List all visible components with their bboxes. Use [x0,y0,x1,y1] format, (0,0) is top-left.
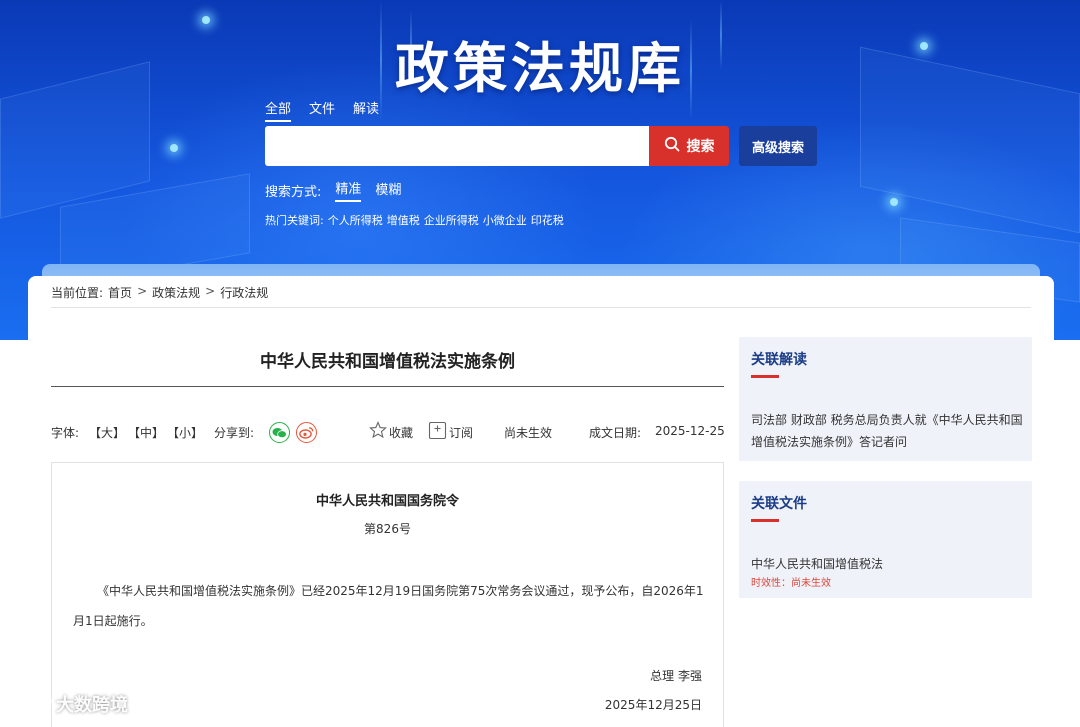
favorite-button[interactable]: 收藏 [389,424,413,441]
banner-light-dot [202,16,210,24]
wechat-icon[interactable] [269,422,290,443]
related-reading-heading: 关联解读 [751,352,807,368]
heading-accent-bar [751,375,779,378]
related-files-panel: 关联文件 中华人民共和国增值税法 时效性：尚未生效 [739,481,1032,598]
tab-interpretations[interactable]: 解读 [353,98,379,122]
sign-date: 2025年12月25日 [604,698,702,712]
site-title: 政策法规库 [395,36,685,100]
tab-files[interactable]: 文件 [309,98,335,122]
breadcrumb-separator: > [137,284,148,298]
star-icon[interactable] [369,421,387,442]
hot-keyword[interactable]: 小微企业 [483,212,527,228]
hot-keyword[interactable]: 个人所得税 [328,212,383,228]
hot-keywords: 热门关键词: 个人所得税 增值税 企业所得税 小微企业 印花税 [265,212,564,228]
date-value: 2025-12-25 [655,424,725,438]
search-scope-tabs: 全部 文件 解读 [265,98,379,122]
search-mode-row: 搜索方式: 精准 模糊 [265,178,401,202]
title-divider [51,386,724,387]
breadcrumb-separator: > [205,284,216,298]
mode-exact[interactable]: 精准 [335,178,362,202]
breadcrumb-prefix: 当前位置: [51,286,104,300]
document-title: 中华人民共和国增值税法实施条例 [260,352,515,372]
font-large-button[interactable]: 【大】 [89,424,125,441]
subscribe-button[interactable]: 订阅 [449,424,473,441]
search-button[interactable]: 搜索 [649,126,729,166]
watermark: 大数跨境 [8,690,128,717]
status-text: 尚未生效 [504,426,553,440]
related-files-heading: 关联文件 [751,496,807,512]
hot-keyword[interactable]: 印花税 [531,212,564,228]
mode-fuzzy[interactable]: 模糊 [375,179,401,201]
decree-title: 中华人民共和国国务院令 [315,494,459,509]
breadcrumb-current[interactable]: 行政法规 [220,284,268,307]
search-input[interactable] [265,126,649,166]
subscribe-icon[interactable] [428,421,447,443]
hot-keywords-label: 热门关键词: [265,214,324,227]
font-medium-button[interactable]: 【中】 [128,424,164,441]
document-toolbar: 字体: 【大】 【中】 【小】 分享到: 收藏 订阅 尚未生效 成文日期: 20… [51,421,725,444]
search-icon [664,136,680,156]
banner-light-dot [170,144,178,152]
date-label: 成文日期: [589,426,642,440]
font-size-label: 字体: [51,426,80,440]
related-reading-link[interactable]: 司法部 财政部 税务总局负责人就《中华人民共和国增值税法实施条例》答记者问 [751,409,1023,453]
related-file-status: 时效性：尚未生效 [751,578,831,589]
breadcrumb-policy[interactable]: 政策法规 [152,284,200,307]
document-body-text: 《中华人民共和国增值税法实施条例》已经2025年12月19日国务院第75次常务会… [73,584,704,628]
breadcrumb-home[interactable]: 首页 [108,284,132,307]
advanced-search-button[interactable]: 高级搜索 [739,126,817,166]
hot-keyword[interactable]: 企业所得税 [424,212,479,228]
signer: 总理 李强 [650,669,702,683]
share-label: 分享到: [214,426,255,440]
breadcrumb: 当前位置: 首页 > 政策法规 > 行政法规 [51,284,1031,308]
font-small-button[interactable]: 【小】 [167,424,203,441]
decree-number: 第826号 [364,522,411,536]
weibo-icon[interactable] [296,422,317,443]
banner-light-dot [890,198,898,206]
related-file-link[interactable]: 中华人民共和国增值税法 [751,553,1023,575]
hot-keyword[interactable]: 增值税 [387,212,420,228]
heading-accent-bar [751,519,779,522]
tab-all[interactable]: 全部 [265,98,292,122]
search-mode-label: 搜索方式: [265,184,322,200]
watermark-text: 大数跨境 [56,694,128,716]
watermark-logo-icon [8,690,52,717]
related-reading-panel: 关联解读 司法部 财政部 税务总局负责人就《中华人民共和国增值税法实施条例》答记… [739,337,1032,461]
search-button-label: 搜索 [686,139,715,155]
